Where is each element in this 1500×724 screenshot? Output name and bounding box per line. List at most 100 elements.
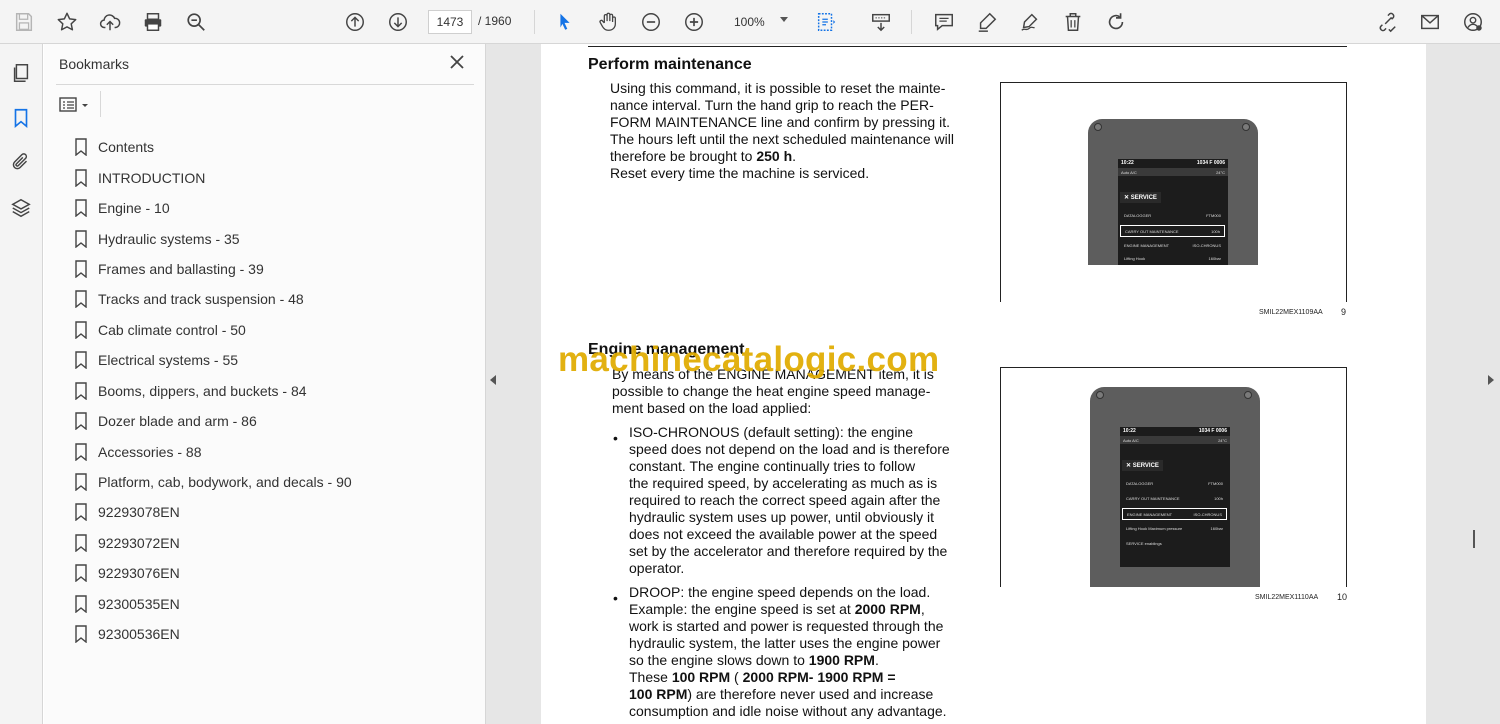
text-line: Reset every time the machine is serviced…: [610, 165, 870, 181]
row-label: Lifting Hook Maximum pressure: [1126, 526, 1183, 531]
chevron-down-icon[interactable]: [780, 17, 788, 22]
collapse-left-icon[interactable]: [490, 375, 496, 385]
service-title: SERVICE: [1130, 195, 1157, 201]
text-line: ISO-CHRONOUS (default setting): the engi…: [629, 424, 914, 440]
wrench-icon: ✕: [1126, 463, 1132, 469]
bookmark-item[interactable]: 92293076EN: [74, 558, 474, 588]
bookmark-icon: [75, 412, 87, 431]
scroll-mode-icon[interactable]: [867, 8, 895, 36]
section-paragraph: Using this command, it is possible to re…: [610, 80, 967, 182]
bookmark-item[interactable]: Hydraulic systems - 35: [74, 223, 474, 253]
bookmark-item[interactable]: Dozer blade and arm - 86: [74, 406, 474, 436]
account-icon[interactable]: [1459, 8, 1487, 36]
screen-bar-right: 24°C: [1216, 170, 1225, 175]
bookmark-item[interactable]: Frames and ballasting - 39: [74, 254, 474, 284]
bookmark-item[interactable]: Cab climate control - 50: [74, 315, 474, 345]
fit-page-icon[interactable]: [812, 8, 840, 36]
bookmark-item[interactable]: Platform, cab, bodywork, and decals - 90: [74, 467, 474, 497]
text-line: consumption and idle noise without any a…: [629, 703, 947, 719]
row-value: 100h: [1214, 496, 1223, 501]
bookmark-item[interactable]: 92293072EN: [74, 528, 474, 558]
email-icon[interactable]: [1416, 8, 1444, 36]
bold-value: 2000 RPM: [854, 601, 921, 617]
row-value: FTM000: [1208, 481, 1223, 486]
highlight-icon[interactable]: [973, 8, 1001, 36]
print-icon[interactable]: [139, 8, 167, 36]
display-screen: 10:22 1034 F 0006 Auto A/C 24°C ✕ SERVICE …: [1120, 427, 1230, 567]
page-number-input[interactable]: 1473: [428, 10, 472, 34]
bookmark-item[interactable]: 92300535EN: [74, 589, 474, 619]
bookmark-item[interactable]: 92293078EN: [74, 497, 474, 527]
bookmark-item[interactable]: Contents: [74, 132, 474, 162]
screen-row: CARRY OUT MAINTENANCE 100h: [1122, 493, 1227, 505]
text-line: hydraulic system, the latter uses the en…: [629, 635, 941, 651]
bold-value: 250 h: [756, 148, 793, 164]
zoom-search-icon[interactable]: [182, 8, 210, 36]
bookmark-star-icon[interactable]: [53, 8, 81, 36]
pages-icon[interactable]: [8, 60, 34, 86]
attachments-icon[interactable]: [8, 149, 34, 175]
upload-icon[interactable]: [96, 8, 124, 36]
bookmarks-panel: Bookmarks Contents INTRODUCTION Engine -…: [44, 44, 486, 724]
save-icon[interactable]: [10, 8, 38, 36]
page-top-rule: [588, 46, 1347, 47]
zoom-in-icon[interactable]: [680, 8, 708, 36]
text-span: Example: the engine speed is set at: [629, 601, 855, 617]
bullet-glyph: •: [613, 430, 618, 446]
row-label: ENGINE MANAGEMENT: [1124, 243, 1170, 248]
share-link-icon[interactable]: [1373, 8, 1401, 36]
bookmark-item[interactable]: Accessories - 88: [74, 436, 474, 466]
bookmark-icon: [75, 503, 87, 522]
comment-icon[interactable]: [930, 8, 958, 36]
panel-title: Bookmarks: [59, 56, 130, 72]
figure-number: 10: [1337, 592, 1348, 602]
screen-status: 1034 F 0006: [1198, 428, 1227, 434]
bookmark-options-icon[interactable]: [58, 94, 92, 116]
screen-row: DATALOGGER FTM000: [1122, 478, 1227, 490]
row-label: DATALOGGER: [1126, 481, 1154, 486]
bookmark-item[interactable]: Booms, dippers, and buckets - 84: [74, 376, 474, 406]
sign-icon[interactable]: [1016, 8, 1044, 36]
screen-header: 10:22 1034 F 0006: [1120, 427, 1230, 436]
layers-icon[interactable]: [8, 195, 34, 221]
screen-row: ENGINE MANAGEMENT ISO-CHRONUS: [1120, 240, 1225, 252]
row-label: CARRY OUT MAINTENANCE: [1125, 229, 1179, 234]
zoom-level-select[interactable]: 100%: [722, 10, 796, 34]
screen-row-selected: ENGINE MANAGEMENT ISO-CHRONUS: [1122, 508, 1227, 520]
delete-icon[interactable]: [1059, 8, 1087, 36]
select-arrow-icon[interactable]: [551, 8, 579, 36]
text-line: possible to change the heat engine speed…: [612, 383, 931, 399]
bookmark-icon: [75, 290, 87, 309]
bookmark-item[interactable]: Engine - 10: [74, 193, 474, 223]
screen-bar-left: Auto A/C: [1121, 170, 1137, 175]
bookmark-label: 92293076EN: [98, 565, 180, 582]
display-device: 10:22 1034 F 0006 Auto A/C 24°C ✕ SERVICE …: [1088, 119, 1258, 265]
bookmark-icon: [75, 321, 87, 339]
zoom-out-icon[interactable]: [637, 8, 665, 36]
figure-frame: 10:22 1034 F 0006 Auto A/C 24°C ✕ SERVICE …: [1000, 82, 1347, 302]
bookmarks-icon[interactable]: [8, 105, 34, 131]
text-line: FORM MAINTENANCE line and confirm by pre…: [610, 114, 950, 130]
next-page-icon[interactable]: [384, 8, 412, 36]
close-icon[interactable]: [448, 53, 466, 71]
bookmark-item[interactable]: 92300536EN: [74, 619, 474, 649]
vertical-scrollbar[interactable]: [1473, 530, 1475, 548]
bookmark-item[interactable]: Electrical systems - 55: [74, 345, 474, 375]
screen-status-bar: Auto A/C 24°C: [1118, 168, 1228, 176]
screen-row: Lifting Hook 160bar: [1120, 253, 1225, 265]
watermark-text: machinecatalogic.com: [558, 340, 940, 379]
row-label: ENGINE MANAGEMENT: [1127, 512, 1173, 517]
bookmark-label: Booms, dippers, and buckets - 84: [98, 382, 307, 399]
hand-icon[interactable]: [594, 8, 622, 36]
bullet-paragraph: ISO-CHRONOUS (default setting): the engi…: [629, 424, 968, 577]
screw: [1096, 391, 1104, 399]
bookmark-item[interactable]: INTRODUCTION: [74, 162, 474, 192]
bookmark-icon: [75, 260, 87, 278]
expand-right-icon[interactable]: [1488, 375, 1494, 385]
bookmark-item[interactable]: Tracks and track suspension - 48: [74, 284, 474, 314]
rotate-icon[interactable]: [1102, 8, 1130, 36]
text-span: These: [629, 669, 672, 685]
text-line: does not exceed the available power at t…: [629, 526, 938, 542]
text-span: .: [874, 652, 879, 668]
prev-page-icon[interactable]: [341, 8, 369, 36]
